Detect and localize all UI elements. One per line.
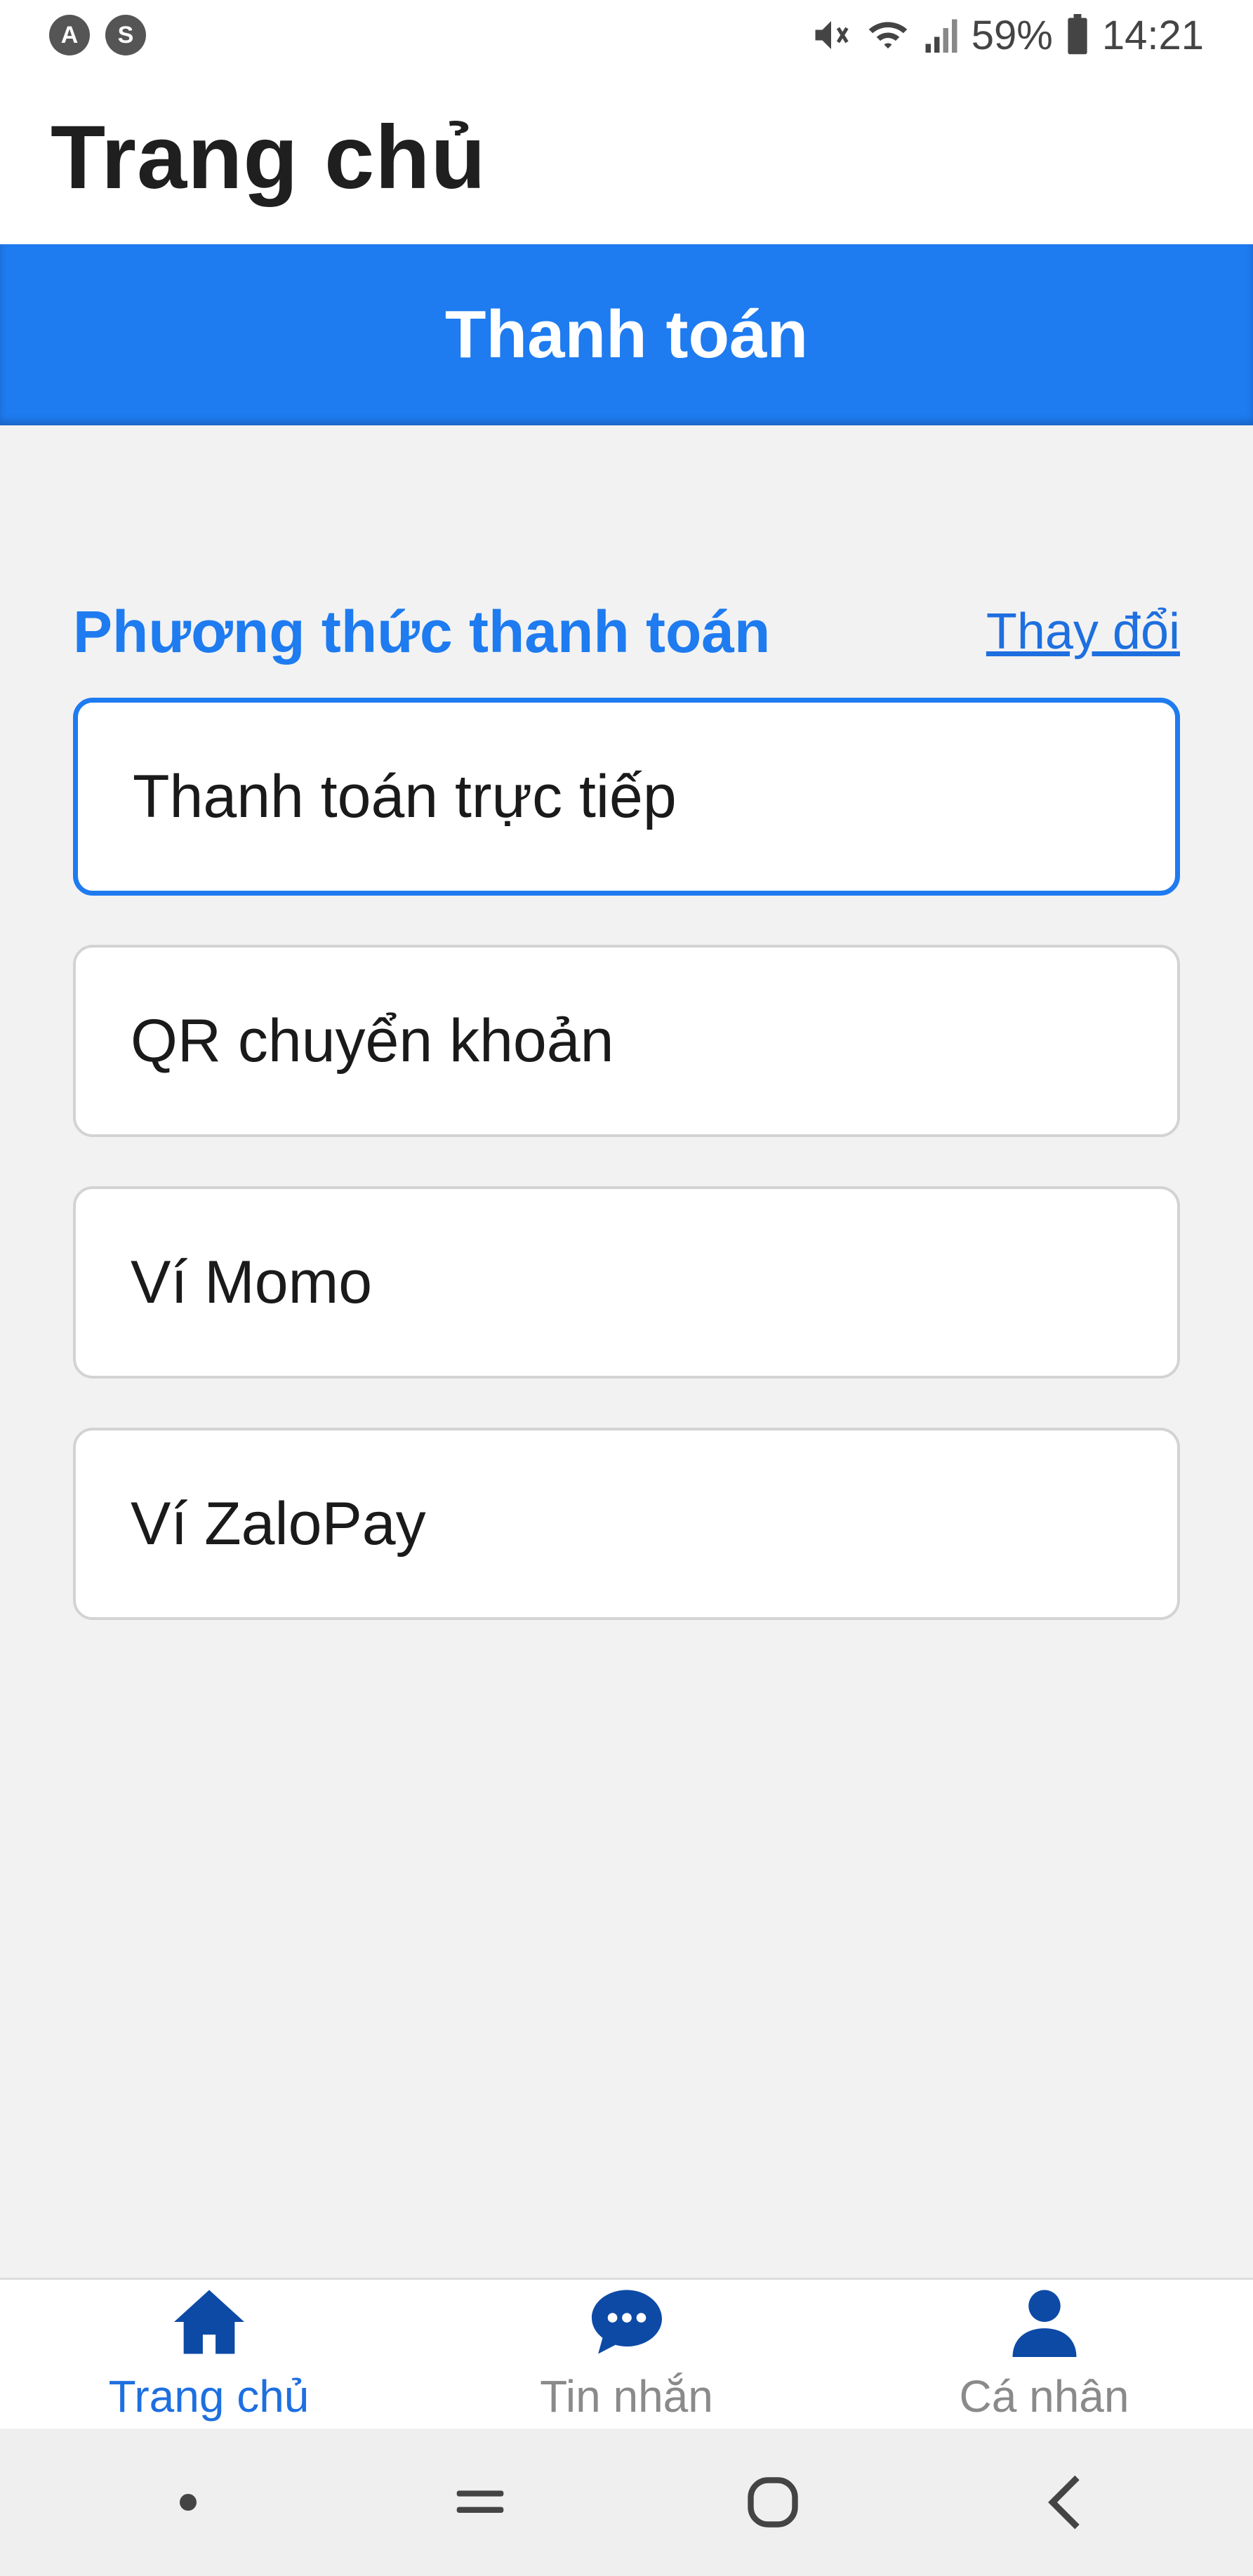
signal-icon [924,15,959,55]
clock: 14:21 [1101,12,1204,58]
payment-option-label: Ví Momo [131,1248,373,1316]
user-icon [1006,2287,1083,2361]
battery-icon [1066,14,1089,56]
payment-screen: A S 59% 14:21 Trang chủ Thanh toán Phươn… [0,0,1253,2576]
dot-button[interactable] [146,2460,230,2544]
home-icon [171,2287,248,2361]
battery-percent: 59% [971,12,1053,58]
recents-button[interactable] [438,2460,522,2544]
payment-option-label: QR chuyển khoản [131,1007,614,1075]
payment-option-label: Thanh toán trực tiếp [133,762,677,830]
payment-option-label: Ví ZaloPay [131,1489,426,1558]
status-bar: A S 59% 14:21 [0,0,1253,70]
page-header: Trang chủ [0,70,1253,244]
nav-label-home: Trang chủ [108,2370,310,2422]
nav-item-home[interactable]: Trang chủ [0,2280,418,2429]
notification-icons: A S [49,15,146,55]
back-icon [1047,2475,1080,2530]
back-button[interactable] [1023,2460,1107,2544]
dot-icon [180,2494,197,2511]
payment-title-bar: Thanh toán [0,244,1253,425]
change-payment-link[interactable]: Thay đổi [986,603,1180,660]
home-button[interactable] [731,2460,815,2544]
recents-icon [457,2490,504,2513]
system-status: 59% 14:21 [810,12,1204,59]
chat-icon [588,2287,665,2361]
nav-item-profile[interactable]: Cá nhân [835,2280,1253,2429]
payment-method-header: Phương thức thanh toán Thay đổi [73,590,1180,674]
payment-method-title: Phương thức thanh toán [73,598,771,665]
nav-label-messages: Tin nhắn [540,2370,713,2422]
bottom-navigation: Trang chủ Tin nhắn Cá nhân [0,2278,1253,2429]
sync-notification-icon: S [105,15,146,55]
payment-option-momo[interactable]: Ví Momo [73,1186,1180,1379]
system-navigation-bar [0,2429,1253,2576]
app-notification-icon: A [49,15,90,55]
nav-item-messages[interactable]: Tin nhắn [418,2280,835,2429]
payment-option-qr[interactable]: QR chuyển khoản [73,945,1180,1137]
home-circle-icon [747,2477,798,2528]
page-title: Trang chủ [51,107,486,208]
mute-icon [810,14,852,56]
payment-option-zalopay[interactable]: Ví ZaloPay [73,1428,1180,1620]
payment-option-direct[interactable]: Thanh toán trực tiếp [73,698,1180,896]
payment-title: Thanh toán [444,297,809,372]
nav-label-profile: Cá nhân [959,2370,1129,2422]
wifi-icon [865,14,911,56]
